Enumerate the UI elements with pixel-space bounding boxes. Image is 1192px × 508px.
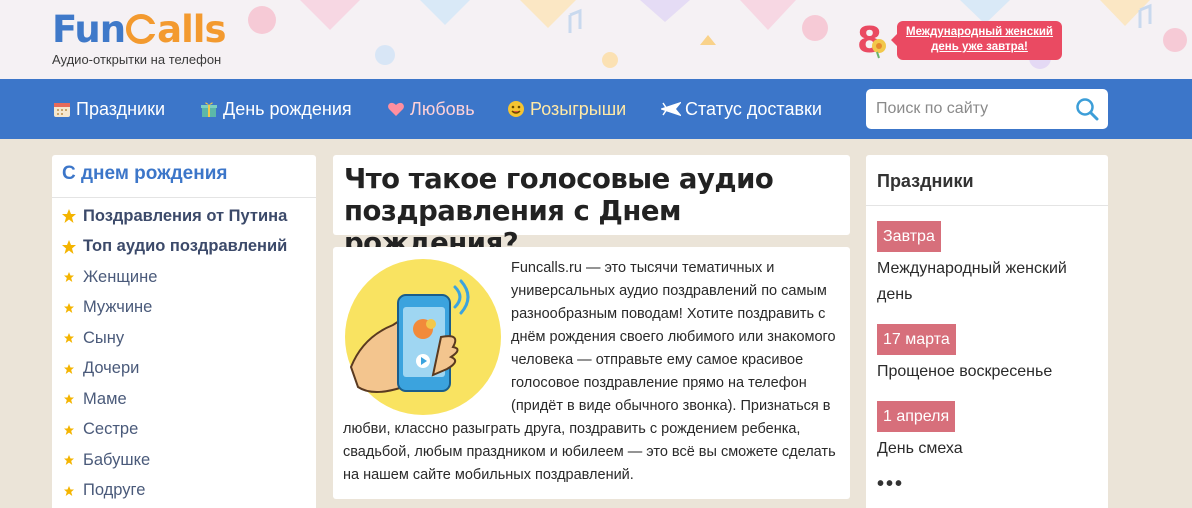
nav-item-label: День рождения [223,99,352,119]
nav-item-label: Статус доставки [685,99,822,119]
holiday-name[interactable]: Международный женский день [877,256,1102,308]
holidays-panel-title: Праздники [877,171,974,191]
category-item-daughter[interactable]: Дочери [52,354,316,385]
category-item-friend[interactable]: Подруге [52,476,316,507]
article-body: Funcalls.ru — это тысячи тематичных и ун… [343,257,839,487]
category-label: Сестре [83,420,139,439]
category-item-putin[interactable]: Поздравления от Путина [52,201,316,232]
star-icon [64,455,74,466]
holiday-item[interactable]: Завтра Международный женский день [877,221,1102,308]
nav-item-love[interactable]: Любовь [386,97,475,121]
page-title: Что такое голосовые аудио поздравления с… [344,163,774,259]
holiday-date-badge: 17 марта [877,324,956,355]
category-label: Поздравления от Путина [83,206,288,225]
holiday-item[interactable]: 17 марта Прощеное воскресенье [877,324,1102,385]
star-icon [64,485,74,496]
nav-item-label: Любовь [410,99,475,119]
nav-item-label: Праздники [76,99,166,119]
star-icon [64,302,74,313]
star-icon [62,209,76,224]
holidays-panel: Праздники Завтра Международный женский д… [866,155,1108,508]
calendar-icon [52,99,72,119]
star-icon [64,394,74,405]
star-icon [64,424,74,435]
site-tagline: Аудио-открытки на телефон [52,52,222,67]
category-label: Бабушке [83,450,151,469]
airplane-icon [661,99,681,119]
divider [866,205,1108,206]
eight-march-icon: 8 [857,20,886,60]
star-icon [64,272,74,283]
nav-item-label: Розыгрыши [530,99,627,119]
category-item-woman[interactable]: Женщине [52,262,316,293]
promo-text-line2: день уже завтра! [931,41,1028,53]
nav-item-birthday[interactable]: День рождения [199,97,352,121]
illustration-spacer [343,257,511,417]
holiday-date-badge: Завтра [877,221,941,252]
category-label: Женщине [83,267,158,286]
category-item-son[interactable]: Сыну [52,323,316,354]
search-box [866,89,1108,129]
site-logo[interactable]: Fun alls [52,8,226,51]
category-label: Мужчине [83,298,153,317]
promo-text-line1: Международный женский [905,26,1054,38]
article-content: Funcalls.ru — это тысячи тематичных и ун… [333,247,850,499]
holiday-item[interactable]: 1 апреля День смеха [877,401,1102,462]
phone-c-icon [126,14,159,44]
category-label: Маме [83,389,127,408]
left-panel-title[interactable]: С днем рождения [62,163,228,185]
nav-item-holidays[interactable]: Праздники [52,97,165,121]
category-label: Подруге [83,481,146,500]
category-item-sister[interactable]: Сестре [52,415,316,446]
nav-item-pranks[interactable]: Розыгрыши [506,97,626,121]
category-item-grandma[interactable]: Бабушке [52,445,316,476]
main-nav: Праздники День рождения Любовь Розыгрыши… [0,79,1192,139]
category-item-mom[interactable]: Маме [52,384,316,415]
holiday-name[interactable]: Прощеное воскресенье [877,359,1102,385]
star-icon [62,239,76,254]
article-title-box: Что такое голосовые аудио поздравления с… [333,155,850,259]
divider [52,197,316,198]
heart-icon [386,99,406,119]
holiday-name[interactable]: День смеха [877,436,1102,462]
star-icon [64,363,74,374]
category-item-top[interactable]: Топ аудио поздравлений [52,232,316,263]
category-item-man[interactable]: Мужчине [52,293,316,324]
holiday-date-badge: 1 апреля [877,401,956,432]
category-label: Дочери [83,359,140,378]
search-input[interactable] [876,98,1066,120]
star-icon [64,333,74,344]
smiley-icon [506,99,526,119]
logo-text-fun: Fun [52,8,126,51]
gift-icon [199,99,219,119]
logo-text-calls: alls [157,8,226,51]
left-category-panel: С днем рождения Поздравления от Путина Т… [52,155,316,508]
category-label: Топ аудио поздравлений [83,237,288,256]
nav-item-delivery-status[interactable]: Статус доставки [661,97,822,121]
category-list: Поздравления от Путина Топ аудио поздрав… [52,201,316,506]
search-icon[interactable] [1075,97,1099,121]
site-header: Fun alls Аудио-открытки на телефон 8 Межд… [0,0,1192,79]
more-holidays-button[interactable]: ••• [877,473,904,496]
category-label: Сыну [83,328,125,347]
promo-banner[interactable]: Международный женский день уже завтра! [891,21,1062,60]
